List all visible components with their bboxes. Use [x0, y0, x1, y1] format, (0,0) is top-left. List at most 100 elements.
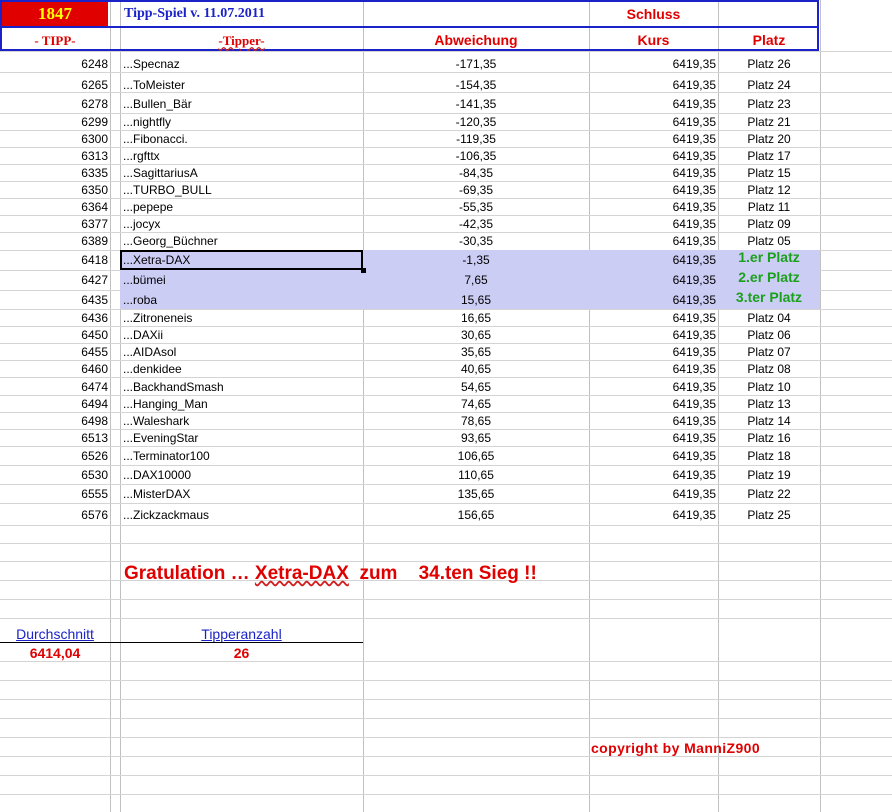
congratulation-text[interactable]: Gratulation … Xetra-DAX zum 34.ten Sieg …: [124, 564, 537, 584]
abweichung-cell[interactable]: -1,35: [363, 253, 589, 267]
kurs-cell[interactable]: 6419,35: [589, 293, 716, 307]
header-tipper[interactable]: -Tipper-: [120, 34, 363, 48]
abweichung-cell[interactable]: -141,35: [363, 97, 589, 111]
tipper-cell[interactable]: ...Specnaz: [123, 57, 180, 71]
tipp-cell[interactable]: 6248: [0, 57, 108, 71]
kurs-cell[interactable]: 6419,35: [589, 345, 716, 359]
selected-cell-outline[interactable]: [120, 250, 363, 270]
tipper-count-label[interactable]: Tipperanzahl: [120, 627, 363, 641]
tipp-cell[interactable]: 6389: [0, 234, 108, 248]
abweichung-cell[interactable]: 35,65: [363, 345, 589, 359]
tipper-cell[interactable]: ...Waleshark: [123, 414, 189, 428]
kurs-cell[interactable]: 6419,35: [589, 97, 716, 111]
tipp-cell[interactable]: 6526: [0, 449, 108, 463]
tipp-cell[interactable]: 6474: [0, 380, 108, 394]
kurs-cell[interactable]: 6419,35: [589, 115, 716, 129]
tipper-cell[interactable]: ...TURBO_BULL: [123, 183, 212, 197]
tipper-cell[interactable]: ...Zickzackmaus: [123, 508, 209, 522]
fill-handle[interactable]: [361, 268, 366, 273]
tipper-cell[interactable]: ...DAX10000: [123, 468, 191, 482]
kurs-cell[interactable]: 6419,35: [589, 149, 716, 163]
tipp-cell[interactable]: 6455: [0, 345, 108, 359]
kurs-cell[interactable]: 6419,35: [589, 57, 716, 71]
tipp-cell[interactable]: 6435: [0, 293, 108, 307]
abweichung-cell[interactable]: -171,35: [363, 57, 589, 71]
platz-cell[interactable]: Platz 16: [718, 431, 820, 445]
kurs-cell[interactable]: 6419,35: [589, 487, 716, 501]
header-kurs[interactable]: Kurs: [589, 33, 718, 47]
abweichung-cell[interactable]: 110,65: [363, 468, 589, 482]
platz-cell[interactable]: Platz 11: [718, 200, 820, 214]
platz-cell[interactable]: Platz 04: [718, 311, 820, 325]
abweichung-cell[interactable]: -55,35: [363, 200, 589, 214]
abweichung-cell[interactable]: 40,65: [363, 362, 589, 376]
tipp-cell[interactable]: 6300: [0, 132, 108, 146]
abweichung-cell[interactable]: 15,65: [363, 293, 589, 307]
abweichung-cell[interactable]: 156,65: [363, 508, 589, 522]
kurs-cell[interactable]: 6419,35: [589, 431, 716, 445]
tipp-cell[interactable]: 6335: [0, 166, 108, 180]
platz-cell[interactable]: Platz 26: [718, 57, 820, 71]
tipp-cell[interactable]: 6450: [0, 328, 108, 342]
platz-cell[interactable]: Platz 08: [718, 362, 820, 376]
tipper-cell[interactable]: ...SagittariusA: [123, 166, 198, 180]
platz-cell[interactable]: Platz 23: [718, 97, 820, 111]
platz-cell[interactable]: Platz 20: [718, 132, 820, 146]
tipper-count-value[interactable]: 26: [120, 646, 363, 660]
kurs-cell[interactable]: 6419,35: [589, 273, 716, 287]
average-label[interactable]: Durchschnitt: [0, 627, 110, 641]
platz-cell[interactable]: Platz 24: [718, 78, 820, 92]
tipp-cell[interactable]: 6555: [0, 487, 108, 501]
abweichung-cell[interactable]: 54,65: [363, 380, 589, 394]
abweichung-cell[interactable]: 135,65: [363, 487, 589, 501]
platz-cell[interactable]: 3.ter Platz: [718, 290, 820, 304]
tipp-cell[interactable]: 6278: [0, 97, 108, 111]
header-abweichung[interactable]: Abweichung: [363, 33, 589, 47]
abweichung-cell[interactable]: 16,65: [363, 311, 589, 325]
platz-cell[interactable]: Platz 21: [718, 115, 820, 129]
abweichung-cell[interactable]: -30,35: [363, 234, 589, 248]
tipper-cell[interactable]: ...Terminator100: [123, 449, 210, 463]
kurs-cell[interactable]: 6419,35: [589, 468, 716, 482]
tipp-cell[interactable]: 6513: [0, 431, 108, 445]
tipp-cell[interactable]: 6350: [0, 183, 108, 197]
kurs-cell[interactable]: 6419,35: [589, 234, 716, 248]
tipp-cell[interactable]: 6576: [0, 508, 108, 522]
platz-cell[interactable]: Platz 12: [718, 183, 820, 197]
abweichung-cell[interactable]: -119,35: [363, 132, 589, 146]
platz-cell[interactable]: Platz 19: [718, 468, 820, 482]
tipper-cell[interactable]: ...Hanging_Man: [123, 397, 208, 411]
platz-cell[interactable]: Platz 10: [718, 380, 820, 394]
abweichung-cell[interactable]: -120,35: [363, 115, 589, 129]
abweichung-cell[interactable]: -154,35: [363, 78, 589, 92]
tipp-cell[interactable]: 6377: [0, 217, 108, 231]
tipper-cell[interactable]: ...Zitroneneis: [123, 311, 192, 325]
abweichung-cell[interactable]: -106,35: [363, 149, 589, 163]
abweichung-cell[interactable]: -69,35: [363, 183, 589, 197]
tipp-cell[interactable]: 6299: [0, 115, 108, 129]
platz-cell[interactable]: Platz 09: [718, 217, 820, 231]
tipp-cell[interactable]: 6427: [0, 273, 108, 287]
tipp-cell[interactable]: 6418: [0, 253, 108, 267]
tipper-cell[interactable]: ...bümei: [123, 273, 166, 287]
tipp-cell[interactable]: 6460: [0, 362, 108, 376]
kurs-cell[interactable]: 6419,35: [589, 449, 716, 463]
platz-cell[interactable]: 1.er Platz: [718, 250, 820, 264]
tipper-cell[interactable]: ...denkidee: [123, 362, 182, 376]
tipper-cell[interactable]: ...Fibonacci.: [123, 132, 188, 146]
tipper-cell[interactable]: ...Georg_Büchner: [123, 234, 218, 248]
tipp-cell[interactable]: 6364: [0, 200, 108, 214]
tipper-cell[interactable]: ...nightfly: [123, 115, 171, 129]
kurs-cell[interactable]: 6419,35: [589, 166, 716, 180]
platz-cell[interactable]: Platz 06: [718, 328, 820, 342]
kurs-cell[interactable]: 6419,35: [589, 380, 716, 394]
kurs-cell[interactable]: 6419,35: [589, 362, 716, 376]
tipp-cell[interactable]: 6494: [0, 397, 108, 411]
platz-cell[interactable]: Platz 22: [718, 487, 820, 501]
platz-cell[interactable]: Platz 07: [718, 345, 820, 359]
tipper-cell[interactable]: ...roba: [123, 293, 157, 307]
tipp-cell[interactable]: 6498: [0, 414, 108, 428]
abweichung-cell[interactable]: 74,65: [363, 397, 589, 411]
tipper-cell[interactable]: ...jocyx: [123, 217, 160, 231]
abweichung-cell[interactable]: 30,65: [363, 328, 589, 342]
